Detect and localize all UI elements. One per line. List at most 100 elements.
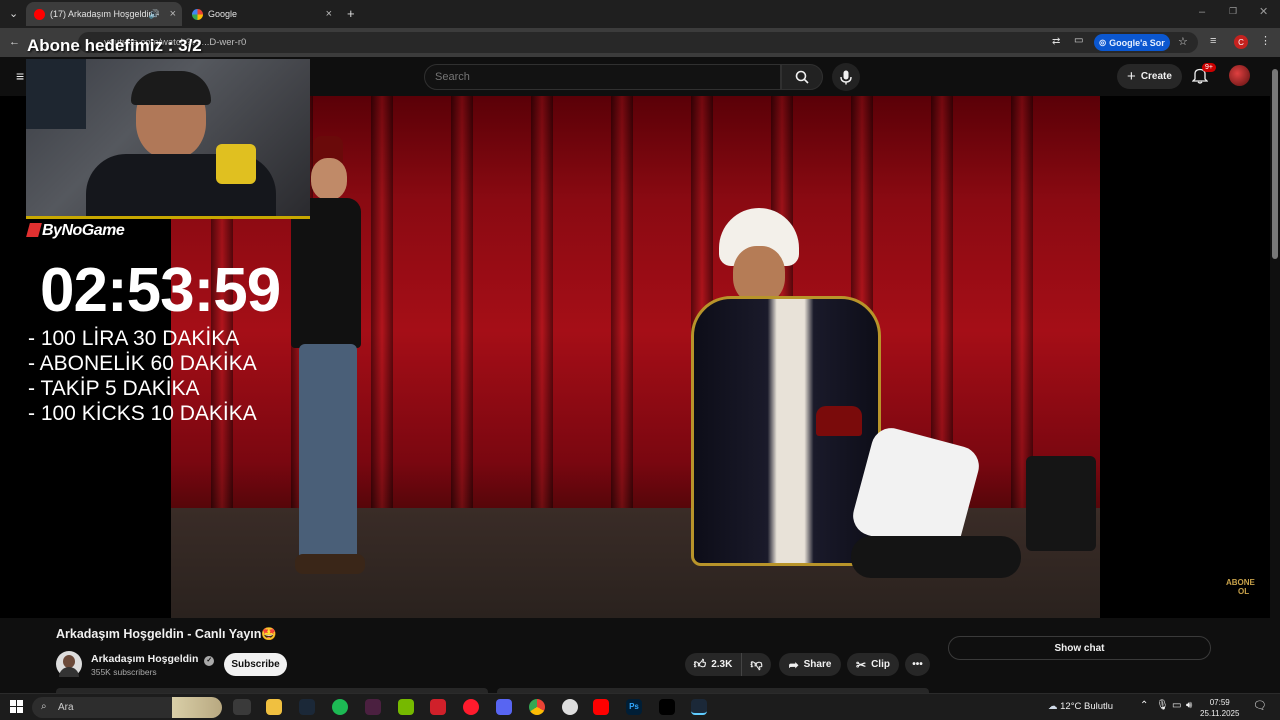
google-ask-button[interactable]: ◎ Google'a Sor [1094, 34, 1170, 51]
windows-taskbar: ⌕ Ara Ps ☁ 12°C Bulutlu ⌃ 🎙︎ ▭ 🔊︎ 07:59 … [0, 693, 1280, 720]
minimize-icon[interactable]: – [1199, 6, 1205, 18]
rule-line: - 100 KİCKS 10 DAKİKA [28, 402, 257, 425]
notification-center-icon[interactable]: 🗨︎ [1253, 699, 1267, 712]
windows-start-icon[interactable] [10, 700, 23, 713]
obs-icon[interactable] [562, 699, 578, 715]
steam-active-icon[interactable] [691, 699, 707, 715]
dislike-button[interactable]: 👎︎ [741, 653, 771, 676]
rule-line: - 100 LİRA 30 DAKİKA [28, 327, 240, 350]
subscribe-button[interactable]: Subscribe [224, 653, 287, 676]
app-v-icon[interactable] [365, 699, 381, 715]
chrome-icon[interactable] [529, 699, 545, 715]
account-avatar[interactable] [1229, 65, 1250, 86]
kneeling-man-fez [816, 406, 862, 436]
taskview-app-icon[interactable] [233, 699, 251, 715]
tab-youtube[interactable]: (17) Arkadaşım Hoşgeldin - 🔊 × [26, 2, 182, 26]
hamburger-menu-icon[interactable]: ≡ [16, 68, 24, 84]
standing-man-jeans [299, 344, 357, 564]
capcut-icon[interactable] [659, 699, 675, 715]
scissors-icon: ✂ [856, 657, 867, 672]
browser-menu-icon[interactable]: ⋮ [1260, 34, 1271, 47]
tab-youtube-title: (17) Arkadaşım Hoşgeldin - [50, 9, 160, 19]
search-highlight-image [172, 697, 222, 718]
more-actions-button[interactable]: ••• [905, 653, 930, 676]
verified-badge-icon: ✓ [204, 656, 215, 666]
like-button[interactable]: 👍︎ 2.3K [685, 653, 741, 676]
bookmark-star-icon[interactable]: ☆ [1178, 35, 1188, 48]
abone-ol-logo: ABONE OL [1226, 578, 1255, 596]
notification-badge: 9+ [1202, 63, 1216, 72]
red-app-icon[interactable] [430, 699, 446, 715]
file-explorer-icon[interactable] [266, 699, 282, 715]
audio-playing-icon[interactable]: 🔊 [149, 9, 160, 20]
more-dots-icon: ••• [912, 659, 923, 670]
discord-icon[interactable] [496, 699, 512, 715]
microphone-icon [840, 70, 852, 84]
new-tab-icon[interactable]: + [347, 6, 355, 21]
profile-avatar[interactable]: C [1234, 35, 1248, 49]
cast-icon[interactable]: ▭ [1074, 35, 1083, 46]
voice-search-button[interactable] [832, 63, 860, 91]
search-icon [795, 70, 809, 84]
search-input[interactable] [424, 64, 781, 90]
browser-tab-bar: ⌄ (17) Arkadaşım Hoşgeldin - 🔊 × Google … [0, 0, 1280, 28]
tab-search-chevron-icon[interactable]: ⌄ [9, 7, 18, 20]
webcam-overlay [26, 59, 310, 219]
volume-icon[interactable]: 🔊︎ [1186, 700, 1192, 711]
video-title: Arkadaşım Hoşgeldin - Canlı Yayın🤩 [56, 627, 277, 641]
translate-icon[interactable]: ⇄ [1052, 36, 1060, 47]
close-tab-icon[interactable]: × [170, 8, 176, 20]
standing-man-head [311, 158, 347, 200]
address-bar[interactable]: youtube.com/watch?v=...D-wer-r0 [78, 32, 1198, 53]
steam-icon[interactable] [299, 699, 315, 715]
network-icon[interactable]: ▭ [1172, 700, 1181, 711]
create-button[interactable]: + Create [1117, 64, 1182, 89]
tab-google[interactable]: Google × [184, 2, 338, 26]
share-arrow-icon: ➦ [788, 657, 799, 672]
photoshop-icon[interactable]: Ps [626, 699, 642, 715]
weather-widget[interactable]: ☁ 12°C Bulutlu [1048, 701, 1113, 712]
rule-line: - ABONELİK 60 DAKİKA [28, 352, 257, 375]
reading-list-icon[interactable]: ≡ [1210, 35, 1216, 47]
share-button[interactable]: ➦ Share [779, 653, 841, 676]
search-button[interactable] [781, 64, 823, 90]
search-icon: ⌕ [41, 701, 47, 712]
microphone-tray-icon[interactable]: 🎙︎ [1156, 700, 1169, 711]
google-favicon-icon [192, 8, 203, 20]
page-scrollbar[interactable] [1270, 57, 1280, 693]
channel-name[interactable]: Arkadaşım Hoşgeldin ✓ [91, 653, 215, 666]
subscriber-goal-text: Abone hedefimiz : 3/2 [27, 36, 202, 55]
notifications-button[interactable]: 9+ [1191, 63, 1216, 85]
opera-icon[interactable] [463, 699, 479, 715]
close-tab-icon[interactable]: × [326, 8, 332, 20]
close-window-icon[interactable]: ✕ [1259, 5, 1268, 18]
tray-chevron-icon[interactable]: ⌃ [1140, 700, 1148, 711]
rule-line: - TAKİP 5 DAKİKA [28, 377, 200, 400]
bynogame-text: ByNoGame [42, 222, 125, 239]
stage-speaker [1026, 456, 1096, 551]
scrollbar-thumb[interactable] [1272, 69, 1278, 259]
subathon-timer: 02:53:59 [40, 256, 281, 325]
spotify-icon[interactable] [332, 699, 348, 715]
system-clock[interactable]: 07:59 25.11.2025 [1200, 697, 1239, 719]
google-ask-label: Google'a Sor [1109, 37, 1165, 48]
restore-icon[interactable]: ❐ [1229, 6, 1237, 17]
clock-time: 07:59 [1209, 698, 1230, 707]
youtube-app-icon[interactable] [593, 699, 609, 715]
logo-line-2: OL [1238, 587, 1250, 596]
cloud-icon: ☁ [1048, 701, 1058, 712]
video-frame-stage [171, 96, 1100, 618]
logo-line-1: ABONE [1226, 578, 1255, 587]
show-chat-button[interactable]: Show chat [948, 636, 1211, 660]
taskbar-search-label: Ara [58, 702, 74, 713]
google-lens-icon: ◎ [1099, 38, 1107, 47]
clip-button[interactable]: ✂ Clip [847, 653, 899, 676]
back-icon[interactable]: ← [9, 36, 20, 48]
taskbar-search[interactable]: ⌕ Ara [32, 697, 222, 718]
tab-google-title: Google [208, 9, 238, 19]
nvidia-icon[interactable] [398, 699, 414, 715]
thumbs-down-icon: 👎︎ [750, 657, 763, 671]
channel-avatar[interactable] [56, 651, 82, 677]
weather-text: 12°C Bulutlu [1060, 701, 1114, 712]
like-count: 2.3K [711, 659, 733, 670]
